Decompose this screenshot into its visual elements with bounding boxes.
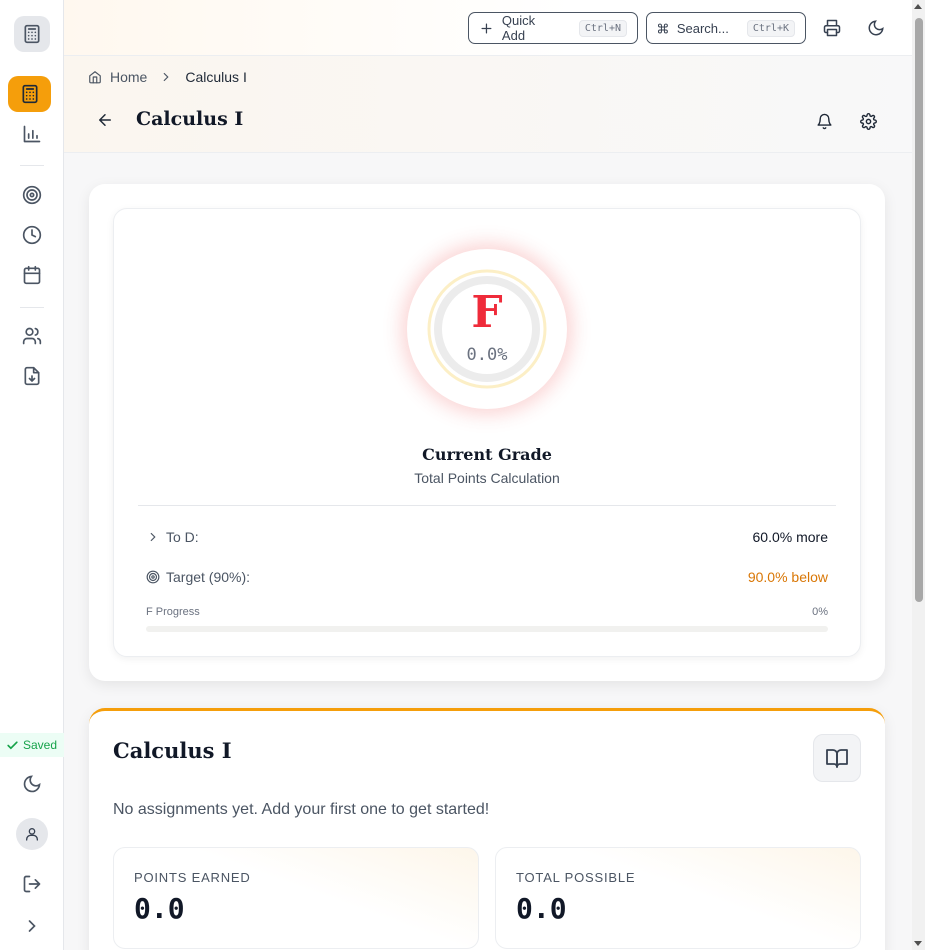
moon-icon: [868, 20, 884, 36]
chevron-right-icon: [28, 920, 36, 932]
sidebar-item-calendar[interactable]: [12, 257, 52, 293]
search-shortcut: Ctrl+K: [746, 19, 795, 37]
page-title: Calculus I: [136, 108, 244, 130]
course-card: Calculus I No assignments yet. Add your …: [89, 708, 885, 950]
current-grade-title: Current Grade: [422, 445, 552, 464]
page-scrollbar[interactable]: [912, 0, 925, 950]
calculator-icon: [22, 84, 37, 104]
clock-icon: [22, 225, 42, 245]
grade-summary-inner: F 0.0% Current Grade Total Points Calcul…: [113, 208, 861, 657]
scroll-down-arrow[interactable]: [914, 941, 922, 946]
sidebar-item-analytics[interactable]: [12, 116, 52, 152]
sidebar-item-calculator[interactable]: [8, 76, 51, 112]
quick-add-shortcut: Ctrl+N: [578, 19, 627, 37]
bell-icon: [816, 113, 832, 129]
page-header: Home Calculus I Calculus I: [64, 56, 912, 153]
progress-labels: F Progress 0%: [146, 606, 828, 618]
printer-icon: [823, 19, 841, 37]
sidebar-item-history[interactable]: [12, 217, 52, 253]
breadcrumb: Home Calculus I: [88, 69, 247, 85]
target-icon: [22, 185, 42, 205]
stat-value: 0.0: [134, 892, 185, 925]
stat-label: TOTAL POSSIBLE: [516, 870, 636, 885]
quick-add-button[interactable]: Quick Add Ctrl+N: [468, 12, 638, 44]
theme-toggle-button[interactable]: [12, 766, 52, 802]
stat-card-total-possible: TOTAL POSSIBLE 0.0: [495, 847, 861, 949]
logout-button[interactable]: [12, 866, 52, 902]
empty-assignments-message: No assignments yet. Add your first one t…: [113, 801, 490, 818]
home-icon: [89, 71, 101, 84]
sidebar-item-users[interactable]: [12, 318, 52, 354]
users-icon: [22, 327, 42, 345]
sidebar: Saved: [0, 0, 64, 950]
check-icon: [7, 740, 18, 749]
search-button[interactable]: Search... Ctrl+K: [646, 12, 806, 44]
chevron-right-icon: [150, 532, 156, 542]
sidebar-divider: [20, 165, 44, 166]
moon-icon: [23, 775, 41, 793]
quick-add-label: Quick Add: [501, 13, 536, 43]
grade-ring: F 0.0%: [407, 249, 567, 409]
user-avatar[interactable]: [16, 818, 48, 850]
logout-icon: [23, 875, 41, 893]
current-grade-subtitle: Total Points Calculation: [414, 470, 560, 486]
to-next-grade-label: To D:: [166, 529, 199, 545]
sidebar-divider: [20, 307, 44, 308]
search-label: Search...: [676, 20, 729, 36]
target-grade-value: 90.0% below: [747, 569, 828, 585]
breadcrumb-current: Calculus I: [185, 69, 247, 85]
grade-percent: 0.0%: [466, 345, 508, 365]
bar-chart-icon: [23, 125, 41, 143]
print-button[interactable]: [820, 16, 844, 40]
to-next-grade-value: 60.0% more: [752, 529, 828, 545]
chevron-right-icon: [164, 72, 169, 82]
saved-label: Saved: [23, 738, 58, 752]
calendar-icon: [23, 265, 41, 285]
progress-label: F Progress: [146, 606, 200, 618]
stat-label: POINTS EARNED: [134, 870, 251, 885]
stat-card-points-earned: POINTS EARNED 0.0: [113, 847, 479, 949]
settings-button[interactable]: [857, 110, 879, 132]
target-grade-label: Target (90%):: [166, 569, 251, 585]
target-grade-row: Target (90%): 90.0% below: [146, 567, 828, 587]
file-download-icon: [24, 366, 40, 386]
notifications-button[interactable]: [813, 110, 835, 132]
user-icon: [26, 828, 38, 841]
course-book-button[interactable]: [813, 734, 861, 782]
sidebar-item-goals[interactable]: [12, 177, 52, 213]
plus-icon: [481, 23, 492, 33]
scrollbar-thumb[interactable]: [915, 18, 923, 602]
top-bar: Quick Add Ctrl+N Search... Ctrl+K: [64, 0, 912, 56]
app-logo-calculator-icon[interactable]: [14, 16, 50, 52]
breadcrumb-home-link[interactable]: Home: [110, 69, 147, 85]
command-icon: [658, 23, 668, 33]
gear-icon: [859, 112, 877, 130]
divider: [138, 505, 836, 506]
target-icon: [146, 570, 160, 584]
stat-value: 0.0: [516, 892, 567, 925]
back-button[interactable]: [96, 111, 116, 131]
scroll-up-arrow[interactable]: [914, 4, 922, 9]
arrow-left-icon: [99, 114, 111, 126]
book-open-icon: [826, 749, 848, 768]
sidebar-item-export[interactable]: [12, 358, 52, 394]
sidebar-expand-button[interactable]: [12, 908, 52, 944]
grade-letter: F: [471, 287, 503, 338]
saved-status-badge: Saved: [0, 733, 64, 757]
dark-mode-button[interactable]: [864, 16, 888, 40]
grade-summary-card: F 0.0% Current Grade Total Points Calcul…: [89, 184, 885, 681]
to-next-grade-row[interactable]: To D: 60.0% more: [146, 527, 828, 547]
grade-progress-bar: [146, 626, 828, 632]
progress-value: 0%: [812, 606, 828, 618]
course-title: Calculus I: [113, 738, 232, 763]
